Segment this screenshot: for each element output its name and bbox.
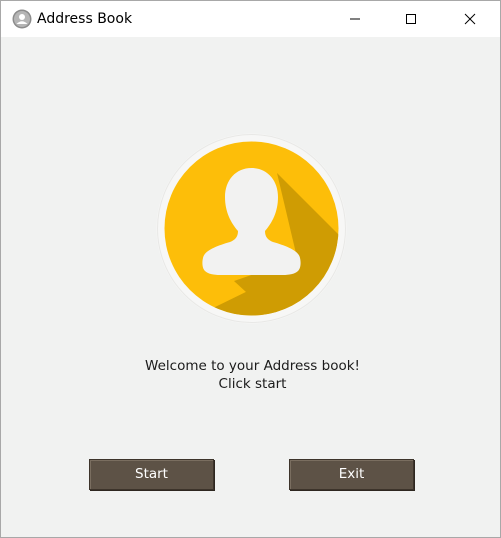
exit-button[interactable]: Exit [289, 459, 414, 490]
app-window: Address Book Welcome to your Address boo… [0, 0, 501, 538]
close-icon [464, 13, 476, 25]
user-avatar-icon [12, 9, 32, 29]
title-bar[interactable]: Address Book [1, 1, 500, 37]
maximize-icon [406, 14, 416, 24]
maximize-button[interactable] [388, 1, 434, 37]
minimize-button[interactable] [332, 1, 378, 37]
start-button[interactable]: Start [89, 459, 214, 490]
welcome-line-2: Click start [218, 376, 287, 392]
welcome-message: Welcome to your Address book! Click star… [1, 357, 501, 393]
minimize-icon [350, 18, 360, 20]
welcome-line-1: Welcome to your Address book! [145, 358, 360, 374]
main-content: Welcome to your Address book! Click star… [1, 37, 500, 537]
window-title: Address Book [37, 11, 133, 27]
user-silhouette-icon [156, 133, 347, 324]
close-button[interactable] [447, 1, 493, 37]
